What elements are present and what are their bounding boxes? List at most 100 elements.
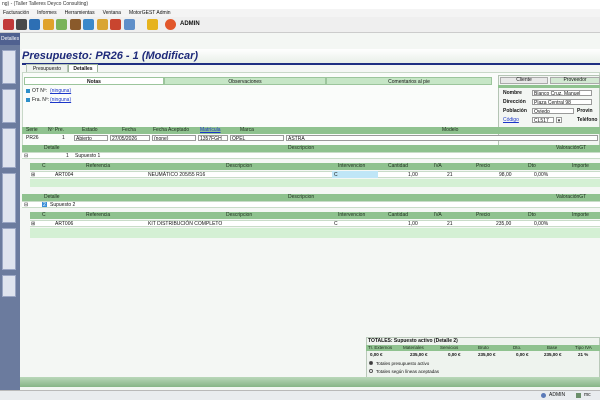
settings-icon[interactable] bbox=[124, 19, 135, 30]
direccion-field[interactable]: Plaza Central 98 bbox=[532, 99, 592, 105]
serie-label: Serie bbox=[26, 127, 38, 133]
npre-value: 1 bbox=[62, 135, 65, 141]
matricula-field[interactable]: 1357FGH bbox=[198, 135, 228, 141]
subtab-comentarios[interactable]: Comentarios al pie bbox=[326, 77, 492, 85]
col-dto: Dto bbox=[528, 212, 536, 218]
matricula-link[interactable]: Matrícula bbox=[200, 127, 221, 134]
cart-icon[interactable] bbox=[16, 19, 27, 30]
fecha-aceptado-label: Fecha Aceptado bbox=[153, 127, 190, 133]
menu-bar: Facturación Informes Herramientas Ventan… bbox=[0, 9, 600, 17]
row-footer bbox=[30, 179, 600, 187]
report-icon[interactable] bbox=[110, 19, 121, 30]
car-icon[interactable] bbox=[29, 19, 40, 30]
left-panel-section[interactable] bbox=[2, 89, 16, 123]
menu-ventana[interactable]: Ventana bbox=[103, 9, 121, 17]
col-intervencion: Intervencion bbox=[338, 212, 366, 218]
left-panel-section[interactable] bbox=[2, 128, 16, 168]
estado-select[interactable]: Abierto bbox=[74, 135, 108, 141]
telefono-label: Teléfono bbox=[577, 117, 598, 123]
col-descripcion: Descripcion bbox=[226, 212, 253, 218]
folder-icon[interactable] bbox=[97, 19, 108, 30]
user-icon[interactable] bbox=[165, 19, 176, 30]
left-panel-section[interactable] bbox=[2, 275, 16, 297]
collapse-icon[interactable]: ⊟ bbox=[24, 202, 28, 209]
document-icon[interactable] bbox=[43, 19, 54, 30]
left-panel-header: Detalles bbox=[0, 33, 20, 45]
item-precio: 235,00 bbox=[496, 221, 512, 227]
nombre-field[interactable]: Blanco Cruz, Manuel bbox=[532, 90, 592, 96]
col-referencia: Referencia bbox=[86, 163, 111, 169]
col-iva: IVA bbox=[434, 212, 442, 218]
serie-value: PR26 bbox=[26, 135, 39, 141]
status-bar: ADMIN mc bbox=[0, 390, 600, 400]
totals-v-bruto: 235,00 € bbox=[478, 352, 496, 357]
radio-presupuesto-activo[interactable] bbox=[369, 361, 373, 365]
ot-label: OT Nº: bbox=[32, 88, 48, 94]
valoracion-col: ValoraciónGT bbox=[556, 145, 587, 151]
totals-h-dto: Dto. bbox=[513, 345, 522, 350]
fra-link[interactable]: (ninguna) bbox=[50, 97, 71, 103]
totals-h-materiales: Materiales bbox=[403, 345, 424, 350]
menu-motorgest-admin[interactable]: MotorGEST Admin bbox=[129, 9, 171, 17]
item-intervencion-highlight bbox=[332, 171, 378, 178]
row-expand-icon[interactable]: ⊞ bbox=[31, 221, 35, 228]
totals-v-tr: 0,00 € bbox=[370, 352, 383, 357]
item-dto: 0,00% bbox=[534, 172, 549, 178]
fecha-field[interactable]: 27/05/2026 bbox=[110, 135, 150, 141]
supuesto-row[interactable] bbox=[22, 201, 600, 208]
table-row[interactable] bbox=[30, 220, 600, 227]
valoracion-col: ValoraciónGT bbox=[556, 194, 587, 200]
modelo-field[interactable]: ASTRA bbox=[286, 135, 598, 141]
row-expand-icon[interactable]: ⊞ bbox=[31, 172, 35, 179]
poblacion-field[interactable]: Oviedo bbox=[532, 108, 574, 114]
codigo-link[interactable]: Código bbox=[503, 117, 519, 123]
npre-label: Nº Pre. bbox=[48, 127, 64, 133]
detalle-col: Detalle bbox=[44, 194, 60, 200]
totals-h-servicios: Servicios bbox=[440, 345, 459, 350]
col-precio: Precio bbox=[476, 212, 491, 218]
totals-v-dto: 0,00 € bbox=[516, 352, 529, 357]
menu-herramientas[interactable]: Herramientas bbox=[65, 9, 95, 17]
fecha-aceptado-field[interactable]: (none) bbox=[152, 135, 196, 141]
item-referencia: ART006 bbox=[55, 221, 74, 227]
invoice-icon[interactable] bbox=[83, 19, 94, 30]
host-status-icon bbox=[576, 393, 581, 398]
page-title: Presupuesto: PR26 - 1 (Modificar) bbox=[22, 50, 199, 62]
item-descripcion: NEUMÁTICO 205/55 R16 bbox=[148, 172, 206, 178]
totals-v-tipo-iva: 21 % bbox=[578, 352, 589, 357]
header-fields-bar bbox=[22, 127, 600, 134]
col-importe: Importe bbox=[572, 212, 589, 218]
item-cantidad: 1,00 bbox=[408, 221, 418, 227]
left-panel-section[interactable] bbox=[2, 50, 16, 84]
shop-icon[interactable] bbox=[3, 19, 14, 30]
poblacion-label: Población bbox=[503, 108, 527, 114]
supuesto-row[interactable] bbox=[22, 152, 600, 159]
provincia-label: Provin bbox=[577, 108, 593, 114]
table-row[interactable] bbox=[30, 171, 600, 178]
menu-facturacion[interactable]: Facturación bbox=[3, 9, 29, 17]
radio-lineas-aceptadas[interactable] bbox=[369, 369, 373, 373]
descripcion-col: Descripcion bbox=[288, 145, 315, 151]
collapse-icon[interactable]: ⊟ bbox=[24, 153, 28, 160]
menu-informes[interactable]: Informes bbox=[37, 9, 56, 17]
tools-icon[interactable] bbox=[70, 19, 81, 30]
item-intervencion[interactable]: C bbox=[334, 172, 338, 179]
subtab-observaciones[interactable]: Observaciones bbox=[164, 77, 326, 85]
fra-icon bbox=[26, 98, 30, 102]
ot-link[interactable]: (ninguna) bbox=[50, 88, 71, 94]
item-intervencion[interactable]: C bbox=[334, 221, 338, 228]
left-panel-section[interactable] bbox=[2, 228, 16, 270]
codigo-field[interactable]: CL517 bbox=[532, 117, 554, 123]
tab-proveedor[interactable]: Proveedor bbox=[550, 77, 600, 84]
left-panel-section[interactable] bbox=[2, 173, 16, 223]
tab-cliente[interactable]: Cliente bbox=[500, 77, 548, 84]
subtab-notas[interactable]: Notas bbox=[24, 77, 164, 85]
edit-icon[interactable] bbox=[56, 19, 67, 30]
totals-h-base: Base bbox=[547, 345, 558, 350]
col-c: C bbox=[42, 163, 46, 169]
col-intervencion: Intervencion bbox=[338, 163, 366, 169]
calendar-icon[interactable] bbox=[147, 19, 158, 30]
codigo-dropdown[interactable]: ▾ bbox=[556, 117, 562, 123]
user-status-icon bbox=[541, 393, 546, 398]
marca-field[interactable]: OPEL bbox=[230, 135, 284, 141]
